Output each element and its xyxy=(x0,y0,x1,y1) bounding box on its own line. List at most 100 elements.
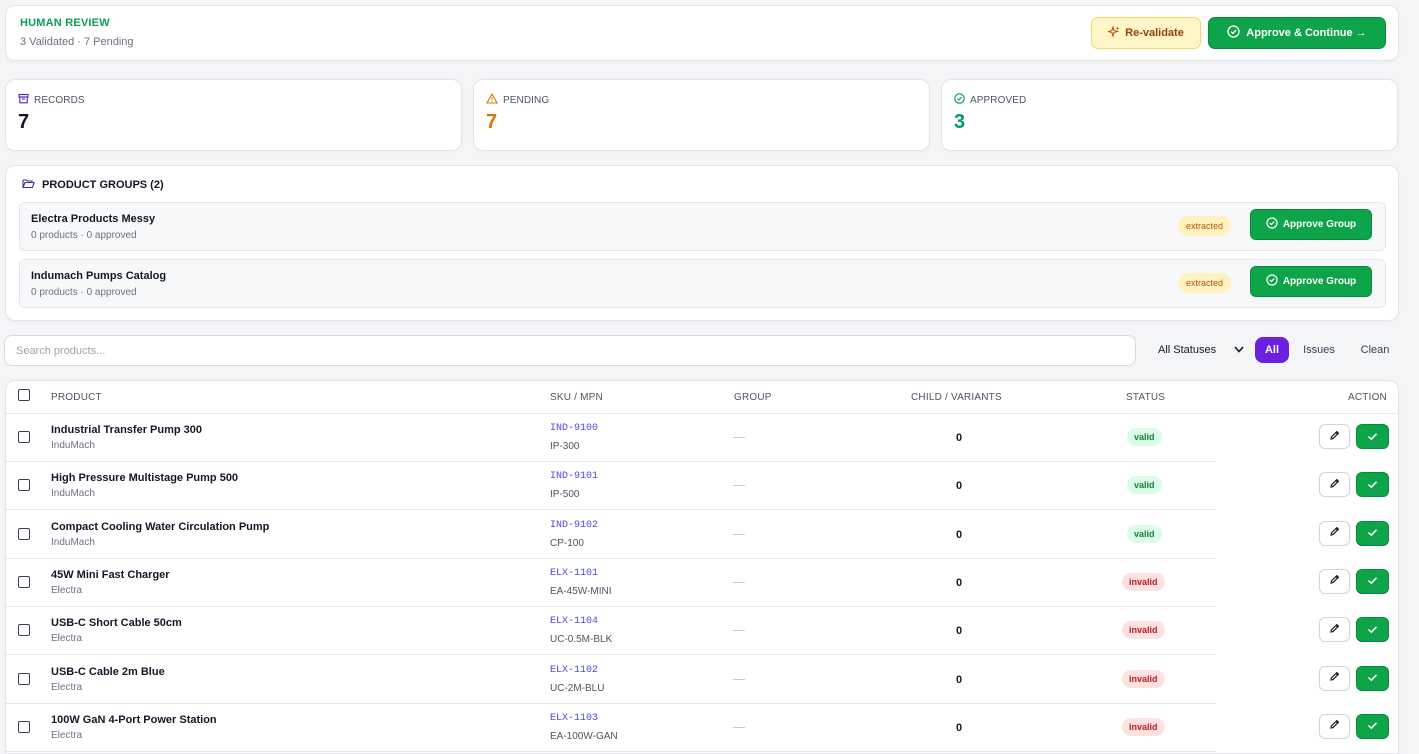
filter-clean-button[interactable]: Clean xyxy=(1354,337,1396,363)
product-mpn: UC-0.5M-BLK xyxy=(550,634,613,646)
group-row: Electra Products Messy 0 products · 0 ap… xyxy=(19,202,1386,251)
edit-button[interactable] xyxy=(1319,424,1350,449)
check-circle-icon xyxy=(1266,274,1278,289)
revalidate-button[interactable]: Re-validate xyxy=(1091,17,1201,49)
row-checkbox[interactable] xyxy=(18,624,30,637)
select-all-checkbox[interactable] xyxy=(18,389,30,401)
edit-button[interactable] xyxy=(1319,713,1350,739)
check-icon xyxy=(1367,621,1378,639)
row-checkbox[interactable] xyxy=(18,575,30,588)
folder-open-icon xyxy=(22,178,35,192)
product-name: 45W Mini Fast Charger xyxy=(51,568,170,581)
product-brand: InduMach xyxy=(51,440,95,451)
stat-pending-value: 7 xyxy=(486,111,498,133)
stat-pending-label-wrap: PENDING xyxy=(486,92,549,107)
column-header-status[interactable]: STATUS xyxy=(1126,381,1165,414)
stat-card-records: RECORDS 7 xyxy=(5,79,462,151)
group-summary: 0 products · 0 approved xyxy=(31,287,137,298)
product-mpn: CP-100 xyxy=(550,537,584,549)
table-row: 100W GaN 4-Port Power Station Electra ELX-… xyxy=(6,704,1398,752)
table-row: High Pressure Multistage Pump 500 InduMac… xyxy=(6,462,1398,511)
product-sku: ELX-1102 xyxy=(550,664,599,676)
stat-records-label-wrap: RECORDS xyxy=(18,93,85,107)
product-groups-header: PRODUCT GROUPS (2) xyxy=(22,178,164,192)
approve-row-button[interactable] xyxy=(1356,568,1389,594)
approve-row-button[interactable] xyxy=(1356,713,1389,739)
product-sku: IND-9101 xyxy=(550,471,599,483)
product-mpn: UC-2M-BLU xyxy=(550,682,605,694)
child-variants-count: 0 xyxy=(955,721,963,734)
status-badge: invalid xyxy=(1122,669,1165,688)
check-icon xyxy=(1367,428,1378,446)
filter-all-button[interactable]: All xyxy=(1255,337,1289,363)
status-select[interactable]: All Statuses xyxy=(1150,337,1246,363)
stat-approved-label-wrap: APPROVED xyxy=(954,93,1026,107)
pencil-icon xyxy=(1329,621,1340,639)
pencil-icon xyxy=(1329,669,1340,687)
row-checkbox[interactable] xyxy=(18,672,30,685)
approve-row-button[interactable] xyxy=(1356,424,1389,449)
product-groups-panel: PRODUCT GROUPS (2) Electra Products Mess… xyxy=(5,165,1399,321)
edit-button[interactable] xyxy=(1319,568,1350,594)
edit-button[interactable] xyxy=(1319,617,1350,643)
pencil-icon xyxy=(1329,717,1340,735)
status-badge: valid xyxy=(1127,476,1162,495)
check-icon xyxy=(1367,476,1378,494)
chevron-down-icon xyxy=(1234,344,1244,356)
approve-row-button[interactable] xyxy=(1356,665,1389,691)
stat-approved-label: APPROVED xyxy=(970,94,1027,106)
row-checkbox[interactable] xyxy=(18,527,30,540)
product-name: USB-C Short Cable 50cm xyxy=(51,617,182,630)
product-name: Industrial Transfer Pump 300 xyxy=(51,424,202,436)
stat-approved-value: 3 xyxy=(954,111,966,133)
approve-row-button[interactable] xyxy=(1356,472,1389,498)
approve-row-button[interactable] xyxy=(1356,617,1389,643)
filter-issues-button[interactable]: Issues xyxy=(1297,337,1341,363)
pencil-icon xyxy=(1329,476,1340,494)
table-row: 45W Mini Fast Charger Electra ELX-1101 EA-4… xyxy=(6,559,1398,607)
product-sku: ELX-1104 xyxy=(550,616,599,628)
child-variants-count: 0 xyxy=(955,576,963,589)
row-checkbox[interactable] xyxy=(18,479,30,492)
approve-row-button[interactable] xyxy=(1356,520,1389,546)
row-checkbox[interactable] xyxy=(18,720,30,733)
revalidate-label: Re-validate xyxy=(1125,27,1184,39)
column-header-product[interactable]: PRODUCT xyxy=(51,381,102,414)
product-mpn: EA-100W-GAN xyxy=(550,730,618,742)
approve-group-button[interactable]: Approve Group xyxy=(1250,209,1372,240)
check-icon xyxy=(1367,669,1378,687)
column-header-child-variants[interactable]: CHILD / VARIANTS xyxy=(911,381,1002,414)
archive-icon xyxy=(18,93,29,107)
status-select-value: All Statuses xyxy=(1158,344,1217,356)
group-empty-dash xyxy=(733,485,745,487)
approve-continue-button[interactable]: Approve & Continue → xyxy=(1208,17,1386,49)
group-name: Electra Products Messy xyxy=(31,213,156,225)
table-row: USB-C Cable 2m Blue Electra ELX-1102 UC-2M-… xyxy=(6,656,1398,704)
approve-group-button[interactable]: Approve Group xyxy=(1250,266,1372,297)
edit-button[interactable] xyxy=(1319,520,1350,546)
row-divider xyxy=(6,750,1216,752)
page-subtitle: 3 Validated · 7 Pending xyxy=(20,36,134,48)
search-input[interactable] xyxy=(4,335,1136,366)
edit-button[interactable] xyxy=(1319,472,1350,498)
group-empty-dash xyxy=(733,581,745,583)
status-badge: valid xyxy=(1127,524,1162,543)
product-name: High Pressure Multistage Pump 500 xyxy=(51,472,239,485)
product-brand: Electra xyxy=(51,729,83,741)
approve-group-label: Approve Group xyxy=(1282,219,1357,230)
child-variants-count: 0 xyxy=(955,432,963,444)
check-icon xyxy=(1367,717,1378,735)
group-empty-dash xyxy=(733,678,745,680)
status-badge: valid xyxy=(1127,428,1162,446)
sparkle-icon xyxy=(1106,24,1120,41)
edit-button[interactable] xyxy=(1319,665,1350,691)
group-empty-dash xyxy=(733,726,745,728)
row-checkbox[interactable] xyxy=(18,431,30,443)
column-header-group[interactable]: GROUP xyxy=(734,381,772,414)
column-header-sku[interactable]: SKU / MPN xyxy=(550,381,603,414)
pencil-icon xyxy=(1329,524,1340,542)
stat-records-label: RECORDS xyxy=(34,94,85,106)
check-circle-icon xyxy=(1227,25,1240,41)
table-row: Industrial Transfer Pump 300 InduMach IND-… xyxy=(6,414,1398,462)
warning-icon xyxy=(486,92,498,107)
